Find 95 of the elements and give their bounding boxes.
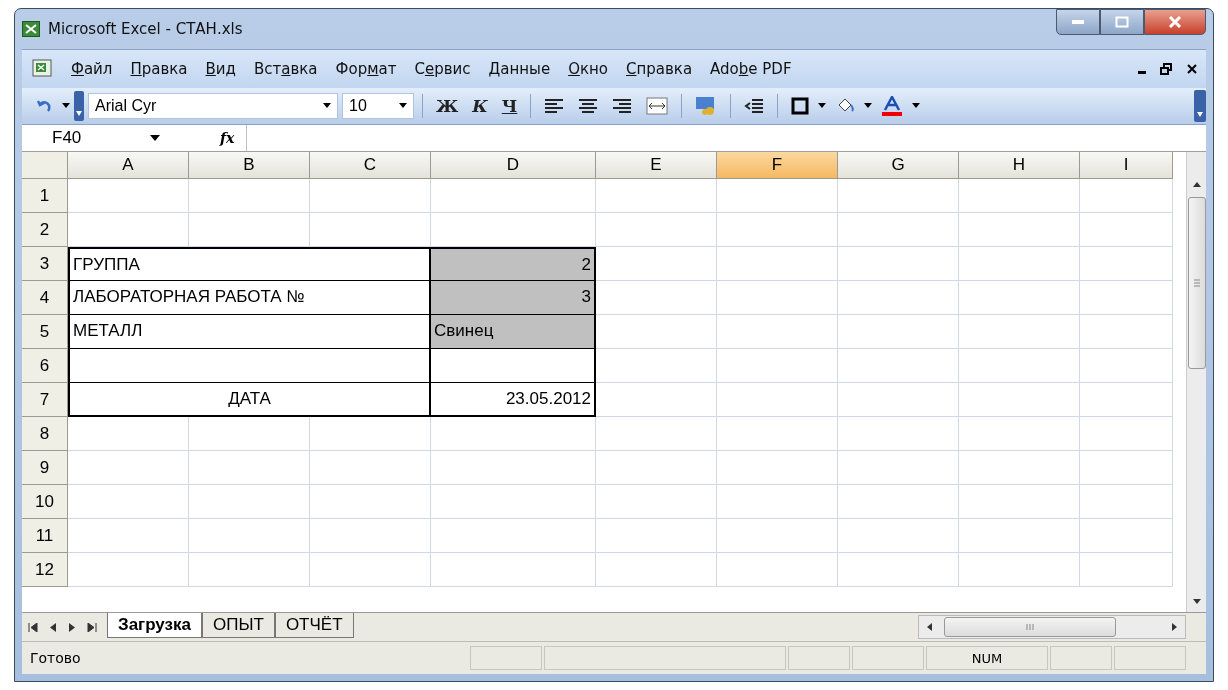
status-panel xyxy=(852,646,924,670)
menu-item[interactable]: Правка xyxy=(121,56,197,82)
table-cell: 23.05.2012 xyxy=(431,383,596,417)
column-header[interactable]: B xyxy=(189,152,310,179)
row-header[interactable]: 7 xyxy=(22,383,68,417)
sheet-tab[interactable]: ОТЧЁТ xyxy=(274,613,354,638)
border-icon xyxy=(791,97,810,115)
row-header[interactable]: 5 xyxy=(22,315,68,349)
column-header[interactable]: G xyxy=(838,152,959,179)
menu-item[interactable]: Файл xyxy=(62,56,122,82)
align-center-icon xyxy=(578,98,599,114)
row-header[interactable]: 6 xyxy=(22,349,68,383)
name-box[interactable]: F40 xyxy=(22,128,142,148)
next-sheet-icon[interactable] xyxy=(68,622,76,632)
first-sheet-icon[interactable] xyxy=(28,622,38,632)
horizontal-scrollbar[interactable] xyxy=(918,615,1186,639)
grip-icon xyxy=(1193,279,1200,287)
window-title: Microsoft Excel - СТАН.xls xyxy=(48,20,243,38)
restore-icon xyxy=(1160,63,1172,75)
caret-icon[interactable] xyxy=(818,103,827,109)
previous-sheet-icon[interactable] xyxy=(49,622,57,632)
bold-button[interactable]: Ж xyxy=(431,92,464,120)
status-panel xyxy=(1050,646,1112,670)
menu-item[interactable]: Сервис xyxy=(405,56,480,82)
align-right-icon xyxy=(612,98,633,114)
row-header[interactable]: 10 xyxy=(22,485,68,519)
row-header[interactable]: 9 xyxy=(22,451,68,485)
vertical-scrollbar[interactable] xyxy=(1186,152,1206,612)
font-size-dropdown[interactable]: 10 xyxy=(342,93,414,119)
row-header[interactable]: 3 xyxy=(22,247,68,281)
scroll-thumb[interactable] xyxy=(1187,197,1206,369)
table-cell: 3 xyxy=(431,281,596,315)
status-panel xyxy=(1114,646,1186,670)
spreadsheet-icon xyxy=(22,21,40,37)
maximize-button[interactable] xyxy=(1100,9,1144,35)
column-header[interactable]: F xyxy=(717,152,838,179)
menu-item[interactable]: Данные xyxy=(479,56,560,82)
menu-item[interactable]: Окно xyxy=(559,56,617,82)
table-cell: ГРУППА xyxy=(68,247,431,281)
last-sheet-icon[interactable] xyxy=(87,622,97,632)
caret-icon xyxy=(323,103,331,109)
row-header[interactable]: 1 xyxy=(22,179,68,213)
minimize-button[interactable] xyxy=(1056,9,1100,35)
underline-button[interactable]: Ч xyxy=(496,92,523,120)
menu-item[interactable]: Вставка xyxy=(244,56,327,82)
column-header[interactable]: A xyxy=(68,152,189,179)
right-arrow-icon[interactable] xyxy=(1172,623,1177,631)
font-dropdown[interactable]: Arial Cyr xyxy=(88,93,338,119)
toolbar-options-icon[interactable] xyxy=(74,91,84,121)
table-cell: 2 xyxy=(431,247,596,281)
close-icon xyxy=(1168,16,1182,28)
num-lock-indicator: NUM xyxy=(926,646,1048,670)
row-header[interactable]: 4 xyxy=(22,281,68,315)
row-header[interactable]: 11 xyxy=(22,519,68,553)
table-cell: ДАТА xyxy=(68,383,431,417)
close-icon xyxy=(1186,63,1198,75)
row-header[interactable]: 8 xyxy=(22,417,68,451)
caret-icon[interactable] xyxy=(62,103,70,109)
row-header[interactable]: 2 xyxy=(22,213,68,247)
toolbar-options-icon[interactable] xyxy=(1194,90,1206,122)
minimize-icon xyxy=(1138,71,1146,74)
sheet-tab[interactable]: Загрузка xyxy=(107,613,202,638)
menu-item[interactable]: Вид xyxy=(196,56,245,82)
grip-icon xyxy=(1025,624,1035,630)
minimize-icon xyxy=(1071,19,1085,25)
sheet-tab[interactable]: ОПЫТ xyxy=(202,613,275,638)
align-left-icon xyxy=(544,98,565,114)
caret-icon[interactable] xyxy=(150,134,160,142)
up-arrow-icon[interactable] xyxy=(1192,182,1201,187)
column-header[interactable]: D xyxy=(431,152,596,179)
column-header[interactable]: H xyxy=(959,152,1080,179)
menu-item[interactable]: Справка xyxy=(617,56,702,82)
table-cell: Свинец xyxy=(431,315,596,349)
indent-icon xyxy=(744,98,765,114)
column-header[interactable]: C xyxy=(310,152,431,179)
menu-item[interactable]: Adobe PDF xyxy=(701,56,801,82)
caret-icon[interactable] xyxy=(912,103,921,109)
status-text: Готово xyxy=(29,650,81,666)
row-header[interactable]: 12 xyxy=(22,553,68,587)
maximize-icon xyxy=(1115,16,1129,28)
merge-cells-icon xyxy=(646,97,669,115)
font-color-icon xyxy=(881,96,904,116)
left-arrow-icon[interactable] xyxy=(927,623,932,631)
column-header[interactable]: I xyxy=(1080,152,1173,179)
status-panel xyxy=(470,646,542,670)
status-panel xyxy=(788,646,850,670)
insert-function-button[interactable]: fx xyxy=(220,130,235,146)
scroll-thumb[interactable] xyxy=(944,617,1116,637)
caret-icon[interactable] xyxy=(864,103,873,109)
down-arrow-icon[interactable] xyxy=(1192,599,1201,604)
close-button[interactable] xyxy=(1144,9,1206,35)
menu-item[interactable]: Формат xyxy=(326,56,406,82)
italic-button[interactable]: К xyxy=(467,92,493,120)
column-header[interactable]: E xyxy=(596,152,717,179)
caret-icon xyxy=(399,103,407,109)
